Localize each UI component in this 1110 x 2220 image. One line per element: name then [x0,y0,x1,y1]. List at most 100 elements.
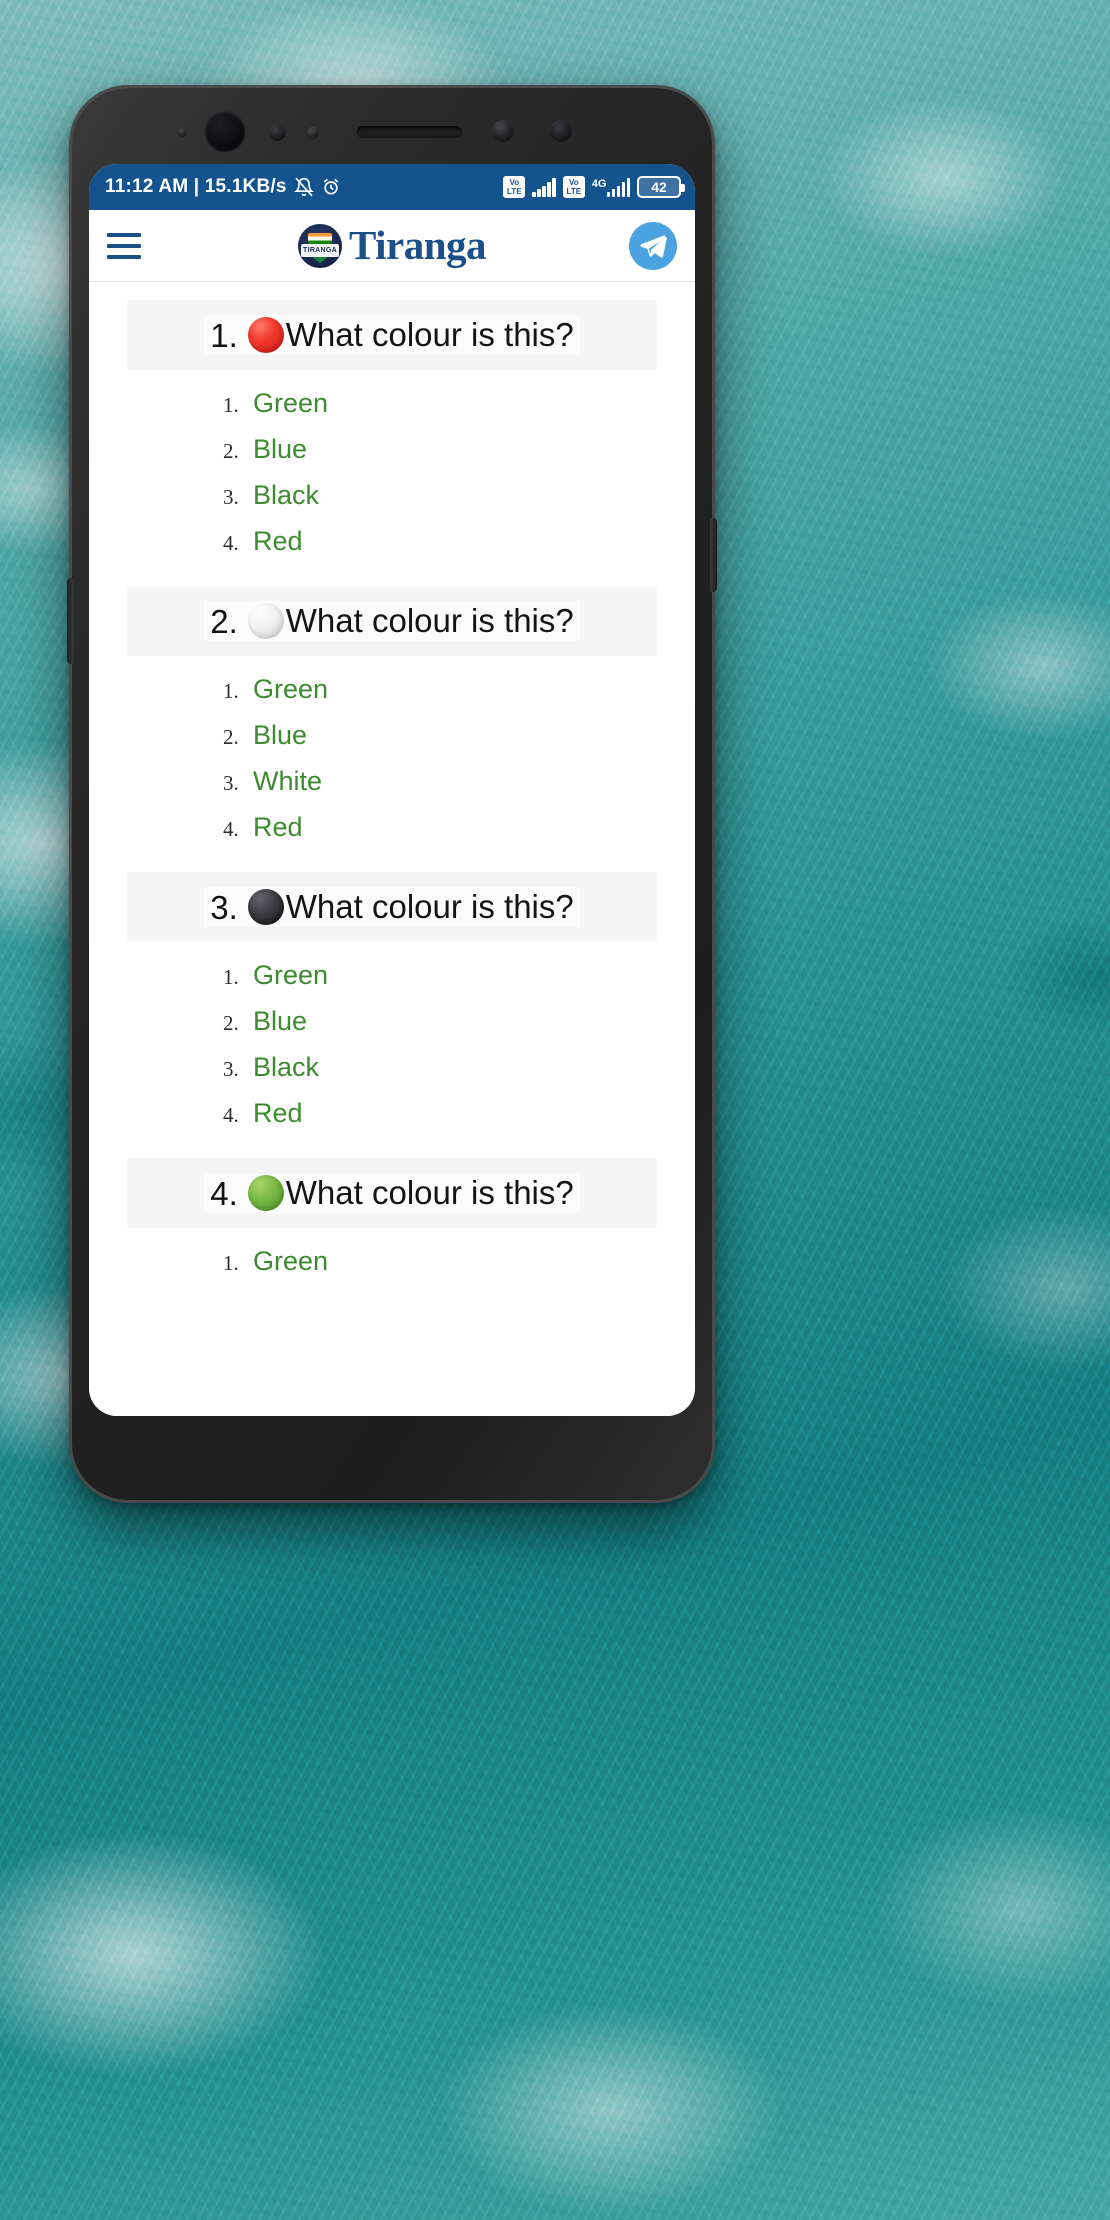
option-link[interactable]: Red [253,1100,303,1127]
battery-indicator: 42 [637,176,685,198]
question-header: 4. What colour is this? [127,1158,657,1228]
question-number: 4. [210,1174,238,1212]
bell-muted-icon [293,177,314,197]
list-item[interactable]: 2. Blue [89,436,695,464]
brand-logo-group[interactable]: TIRANGA Tiranga [298,222,487,268]
option-number: 3. [223,485,239,509]
list-item[interactable]: 1. Green [89,390,695,418]
option-link[interactable]: Blue [253,1008,307,1035]
sim1-signal-strength-icon [532,177,556,197]
app-title: Tiranga [349,222,487,268]
hamburger-menu-icon[interactable] [107,232,141,259]
volte-badge-line1: Vo [509,178,520,187]
option-number: 1. [223,1251,239,1275]
green-circle-icon [247,1175,284,1211]
answer-option-list: 1. Green 2. Blue 3. Black 4. Red [89,962,695,1128]
option-number: 1. [223,679,239,703]
logo-ribbon-label: TIRANGA [301,243,339,257]
list-item[interactable]: 1. Green [89,962,695,990]
option-link[interactable]: Green [253,676,328,703]
ir-sensor-icon [307,127,319,139]
light-sensor-icon [178,128,187,137]
black-circle-icon [247,889,284,925]
option-number: 3. [223,771,239,795]
answer-option-list: 1. Green 2. Blue 3. Black 4. Red [89,390,695,556]
list-item[interactable]: 4. Red [89,1100,695,1128]
option-link[interactable]: Black [253,482,319,509]
led-flash-icon [550,120,572,142]
app-header: TIRANGA Tiranga [89,210,695,282]
front-camera-icon [205,112,245,152]
answer-option-list: 1. Green [89,1248,695,1276]
question-number: 3. [210,888,238,926]
question-block: 1. What colour is this? 1. Green 2. Blue [89,300,695,556]
question-block: 3. What colour is this? 1. Green 2. Blue [89,872,695,1128]
indian-flag-icon [308,232,332,244]
question-header: 2. What colour is this? [127,586,657,656]
tiranga-logo-icon: TIRANGA [298,223,342,268]
status-bar-left: 11:12 AM | 15.1KB/s [105,176,341,198]
option-number: 2. [223,1011,239,1035]
sim1-volte-badge: Vo LTE [503,176,526,198]
question-number: 1. [210,316,238,354]
volume-button[interactable] [67,578,74,664]
phone-top-sensor-area [72,88,712,164]
option-number: 1. [223,393,239,417]
option-number: 2. [223,439,239,463]
option-link[interactable]: White [253,768,322,795]
proximity-sensor-icon [269,124,286,141]
list-item[interactable]: 2. Blue [89,722,695,750]
red-circle-icon [247,317,284,353]
sim2-signal-strength-icon [606,177,630,197]
option-link[interactable]: Blue [253,436,307,463]
phone-device-frame: 11:12 AM | 15.1KB/s Vo LTE Vo LTE 4G 42 … [67,88,717,1500]
phone-screen: 11:12 AM | 15.1KB/s Vo LTE Vo LTE 4G 42 … [89,164,695,1416]
option-link[interactable]: Green [253,962,328,989]
question-text: What colour is this? [285,315,574,353]
answer-option-list: 1. Green 2. Blue 3. White 4. Red [89,676,695,842]
list-item[interactable]: 4. Red [89,528,695,556]
list-item[interactable]: 1. Green [89,676,695,704]
phone-bottom-bezel [72,1416,712,1500]
volte-badge-line2: LTE [507,187,522,196]
option-link[interactable]: Red [253,814,303,841]
volte-badge-line2: LTE [566,187,582,196]
list-item[interactable]: 3. White [89,768,695,796]
question-block: 4. What colour is this? 1. Green [89,1158,695,1276]
question-block: 2. What colour is this? 1. Green 2. Blue [89,586,695,842]
list-item[interactable]: 2. Blue [89,1008,695,1036]
telegram-icon[interactable] [629,221,677,270]
question-header: 1. What colour is this? [127,300,657,370]
question-text: What colour is this? [285,601,574,639]
question-number: 2. [210,602,238,640]
volte-badge-line1: Vo [568,178,579,187]
quiz-content-scroll-area[interactable]: 1. What colour is this? 1. Green 2. Blue [89,282,695,1416]
option-number: 4. [223,1103,239,1127]
list-item[interactable]: 3. Black [89,482,695,510]
option-number: 4. [223,531,239,555]
option-number: 2. [223,725,239,749]
option-link[interactable]: Blue [253,722,307,749]
logo-base-shape [312,256,328,264]
status-time-and-datarate: 11:12 AM | 15.1KB/s [105,176,287,197]
status-bar: 11:12 AM | 15.1KB/s Vo LTE Vo LTE 4G 42 [89,164,695,210]
option-number: 1. [223,965,239,989]
option-link[interactable]: Black [253,1054,319,1081]
option-link[interactable]: Red [253,528,303,555]
power-button[interactable] [710,518,717,592]
white-circle-icon [247,603,284,639]
list-item[interactable]: 3. Black [89,1054,695,1082]
earpiece-speaker [357,126,462,138]
question-text: What colour is this? [285,1173,574,1211]
option-number: 3. [223,1057,239,1081]
alarm-clock-icon [321,177,341,197]
question-text: What colour is this? [285,887,574,925]
mobile-data-group: 4G [591,177,630,197]
network-type-label: 4G [591,177,607,190]
battery-percent-label: 42 [651,179,667,195]
list-item[interactable]: 4. Red [89,814,695,842]
option-link[interactable]: Green [253,390,328,417]
option-link[interactable]: Green [253,1248,328,1275]
list-item[interactable]: 1. Green [89,1248,695,1276]
sim2-volte-badge: Vo LTE [562,176,585,198]
